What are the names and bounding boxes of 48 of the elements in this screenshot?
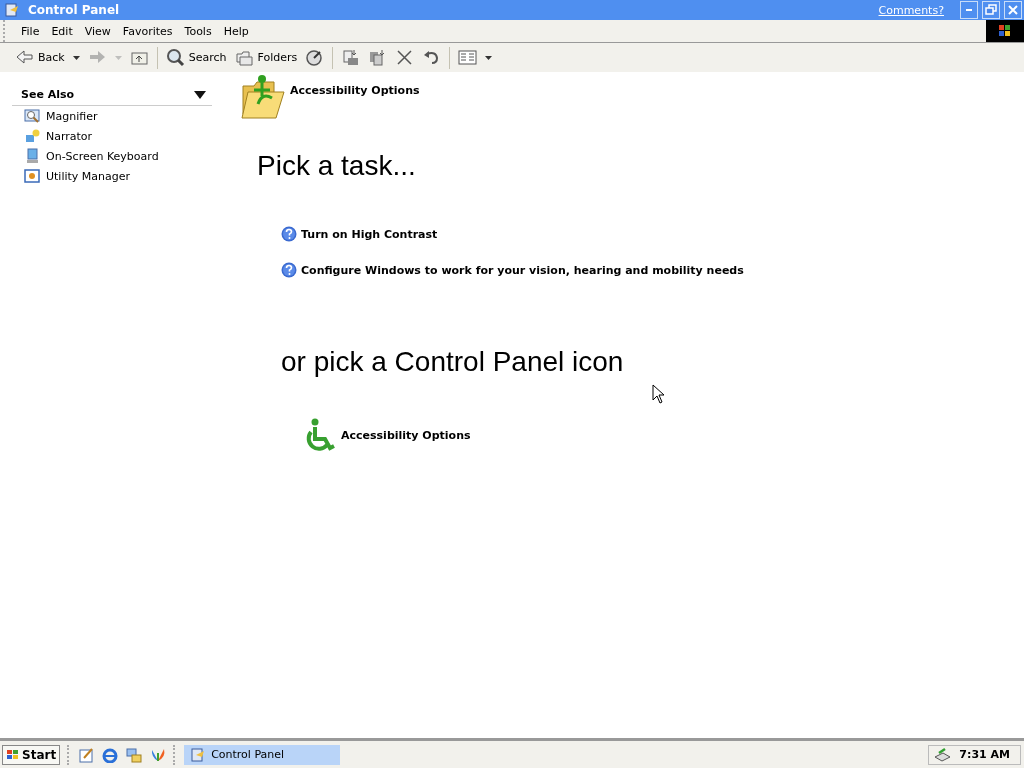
search-icon (165, 48, 185, 67)
see-also-header[interactable]: See Also (12, 84, 212, 106)
folders-button[interactable]: Folders (231, 46, 301, 69)
menu-item[interactable]: Edit (45, 24, 79, 38)
control-panel-link[interactable]: Accessibility Options (341, 428, 471, 442)
task-heading: Pick a task... (257, 150, 417, 182)
task-link[interactable]: Turn on High Contrast (301, 227, 438, 241)
move-to-folder-icon (341, 48, 361, 67)
menu-item[interactable]: File (15, 24, 46, 38)
windows-flag-icon (6, 748, 20, 761)
icon-heading: or pick a Control Panel icon (281, 346, 625, 378)
magnifier-icon (24, 108, 40, 124)
menu-item[interactable]: Help (217, 24, 255, 38)
search-button[interactable]: Search (162, 46, 230, 69)
start-button[interactable]: Start (2, 744, 61, 765)
mouse-pointer-icon (652, 384, 666, 404)
task-link[interactable]: Configure Windows to work for your vision, hearing and mobility needs (301, 263, 744, 277)
control-panel-icon (190, 746, 207, 763)
see-also-link[interactable]: Narrator (46, 129, 93, 143)
restore-button[interactable] (982, 1, 1000, 19)
notepad-icon[interactable] (78, 746, 95, 763)
network-tray-icon (933, 746, 952, 763)
see-also-title: See Also (21, 88, 75, 101)
see-also-link[interactable]: Magnifier (46, 109, 98, 123)
menu-item[interactable]: Favorites (116, 24, 179, 38)
minimize-icon (966, 9, 972, 11)
windows-logo-icon (986, 20, 1024, 42)
help-icon (281, 262, 297, 278)
category-title: Accessibility Options (290, 84, 420, 97)
back-arrow-icon (15, 48, 34, 67)
clock: 7:31 AM (959, 748, 1010, 761)
wheelchair-icon (305, 418, 337, 452)
help-icon (281, 226, 297, 242)
see-also-link[interactable]: Utility Manager (46, 169, 131, 183)
close-button[interactable] (1004, 1, 1022, 19)
folders-icon (234, 48, 254, 67)
minimize-button[interactable] (960, 1, 978, 19)
control-panel-icon (4, 2, 20, 18)
window-title: Control Panel (28, 3, 120, 17)
folder-icon (240, 74, 286, 120)
menu-item[interactable]: View (78, 24, 117, 38)
views-icon (458, 48, 478, 67)
computer-icon (24, 148, 40, 164)
taskbar-button[interactable]: Control Panel (184, 744, 341, 765)
delete-icon (395, 48, 415, 67)
see-also-link[interactable]: On-Screen Keyboard (46, 149, 159, 163)
menu-item[interactable]: Tools (178, 24, 218, 38)
back-arrow-button[interactable]: Back (12, 46, 83, 69)
